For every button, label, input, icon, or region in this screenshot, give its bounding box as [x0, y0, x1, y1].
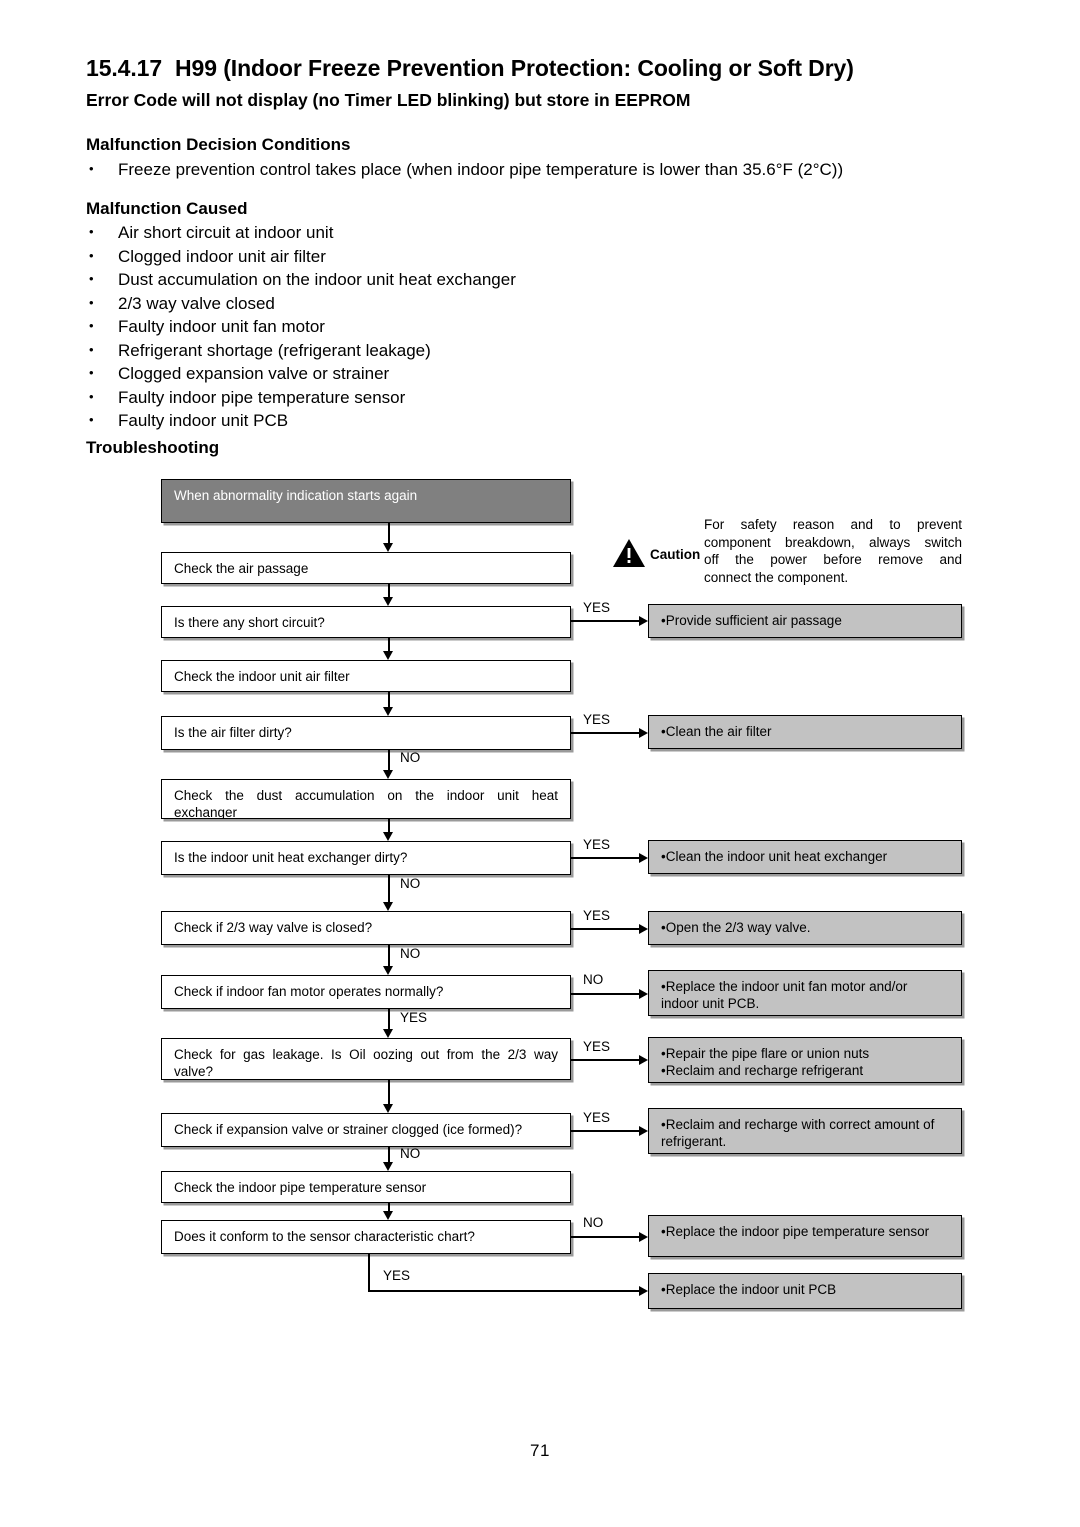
connector-horizontal	[571, 1059, 639, 1061]
connector-vertical	[388, 819, 390, 832]
branch-label-yes: YES	[583, 600, 611, 615]
connector-vertical	[388, 692, 390, 707]
connector-vertical	[388, 523, 390, 543]
connector-vertical	[388, 1009, 390, 1029]
connector-arrow-down	[383, 651, 393, 660]
branch-label-no: NO	[400, 876, 421, 891]
flow-action-open-valve: •Open the 2/3 way valve.	[648, 911, 962, 945]
connector-arrow-right	[639, 1125, 648, 1136]
flow-action-repair-pipe: •Repair the pipe flare or union nuts •Re…	[648, 1037, 962, 1083]
connector-arrow-down	[383, 543, 393, 552]
branch-label-no: NO	[400, 750, 421, 765]
flow-node-q-gas-leak-line-1: Check for gas leakage. Is Oil oozing out…	[174, 1047, 558, 1062]
flow-action-repair-pipe-line-2: •Reclaim and recharge refrigerant	[661, 1063, 864, 1078]
branch-label-no: NO	[583, 1215, 604, 1230]
connector-arrow-down	[383, 1104, 393, 1113]
flow-node-q-gas-leak: Check for gas leakage. Is Oil oozing out…	[161, 1038, 571, 1080]
flow-node-q-heat-exchanger-dirty: Is the indoor unit heat exchanger dirty?	[161, 841, 571, 875]
connector-horizontal	[571, 620, 639, 622]
branch-label-yes: YES	[583, 837, 611, 852]
branch-label-no: NO	[583, 972, 604, 987]
branch-label-yes: YES	[583, 1110, 611, 1125]
connector-arrow-down	[383, 1211, 393, 1220]
flow-action-replace-fan-motor-line-2: indoor unit PCB.	[661, 996, 760, 1011]
flow-node-q-sensor-chart: Does it conform to the sensor characteri…	[161, 1220, 571, 1254]
connector-vertical	[388, 1147, 390, 1162]
branch-label-no: NO	[400, 1146, 421, 1161]
flow-node-q-fan-motor: Check if indoor fan motor operates norma…	[161, 975, 571, 1009]
connector-horizontal	[571, 928, 639, 930]
connector-horizontal	[571, 732, 639, 734]
flow-node-check-dust-line-1: Check the dust accumulation on the indoo…	[174, 788, 558, 803]
connector-arrow-down	[383, 902, 393, 911]
connector-arrow-right	[639, 988, 648, 999]
flow-action-provide-air-passage: •Provide sufficient air passage	[648, 604, 962, 638]
connector-horizontal	[571, 993, 639, 995]
connector-arrow-down	[383, 770, 393, 779]
connector-arrow-right	[639, 923, 648, 934]
flow-node-check-pipe-sensor: Check the indoor pipe temperature sensor	[161, 1171, 571, 1203]
flow-action-replace-pcb: •Replace the indoor unit PCB	[648, 1273, 962, 1309]
flow-node-check-dust-line-2: exchanger	[174, 805, 238, 819]
connector-arrow-right	[639, 1054, 648, 1065]
connector-arrow-right	[639, 727, 648, 738]
flow-action-replace-sensor: •Replace the indoor pipe temperature sen…	[648, 1215, 962, 1257]
connector-arrow-down	[383, 966, 393, 975]
connector-vertical	[388, 945, 390, 966]
connector-arrow-right	[639, 852, 648, 863]
connector-arrow-down	[383, 707, 393, 716]
branch-label-no: NO	[400, 946, 421, 961]
flow-node-q-gas-leak-line-2: valve?	[174, 1064, 214, 1079]
flow-action-replace-fan-motor: •Replace the indoor unit fan motor and/o…	[648, 970, 962, 1016]
flow-action-repair-pipe-line-1: •Repair the pipe flare or union nuts	[661, 1046, 870, 1061]
flow-node-q-short-circuit: Is there any short circuit?	[161, 606, 571, 638]
connector-horizontal	[571, 857, 639, 859]
connector-horizontal	[571, 1236, 639, 1238]
flow-node-start: When abnormality indication starts again	[161, 479, 571, 523]
connector-horizontal	[368, 1290, 639, 1292]
branch-label-yes: YES	[383, 1268, 411, 1283]
connector-vertical	[388, 875, 390, 902]
flow-node-check-dust: Check the dust accumulation on the indoo…	[161, 779, 571, 819]
connector-vertical	[388, 750, 390, 770]
connector-horizontal	[571, 1130, 639, 1132]
connector-arrow-right	[639, 615, 648, 626]
flow-node-check-air-filter: Check the indoor unit air filter	[161, 660, 571, 692]
connector-arrow-down	[383, 597, 393, 606]
flow-node-q-filter-dirty: Is the air filter dirty?	[161, 716, 571, 750]
flow-action-recharge-refrigerant: •Reclaim and recharge with correct amoun…	[648, 1108, 962, 1154]
connector-arrow-down	[383, 832, 393, 841]
branch-label-yes: YES	[583, 712, 611, 727]
branch-label-yes: YES	[400, 1010, 428, 1025]
branch-label-yes: YES	[583, 908, 611, 923]
troubleshooting-flowchart: When abnormality indication starts again…	[0, 0, 1080, 1527]
flow-action-clean-heat-exchanger: •Clean the indoor unit heat exchanger	[648, 840, 962, 874]
connector-vertical	[388, 638, 390, 651]
flow-action-clean-air-filter: •Clean the air filter	[648, 715, 962, 749]
connector-vertical	[388, 1080, 390, 1104]
flow-node-check-air-passage: Check the air passage	[161, 552, 571, 584]
flow-action-replace-fan-motor-line-1: •Replace the indoor unit fan motor and/o…	[661, 979, 908, 994]
connector-arrow-down	[383, 1162, 393, 1171]
connector-arrow-right	[639, 1231, 648, 1242]
flow-action-recharge-line-1: •Reclaim and recharge with correct amoun…	[661, 1117, 935, 1132]
flow-action-recharge-line-2: refrigerant.	[661, 1134, 727, 1149]
connector-arrow-right	[639, 1285, 648, 1296]
branch-label-yes: YES	[583, 1039, 611, 1054]
connector-arrow-down	[383, 1029, 393, 1038]
connector-vertical	[388, 584, 390, 597]
connector-vertical	[368, 1254, 370, 1291]
flow-node-q-valve-closed: Check if 2/3 way valve is closed?	[161, 911, 571, 945]
flow-node-q-expansion-valve: Check if expansion valve or strainer clo…	[161, 1113, 571, 1147]
connector-vertical	[388, 1203, 390, 1211]
